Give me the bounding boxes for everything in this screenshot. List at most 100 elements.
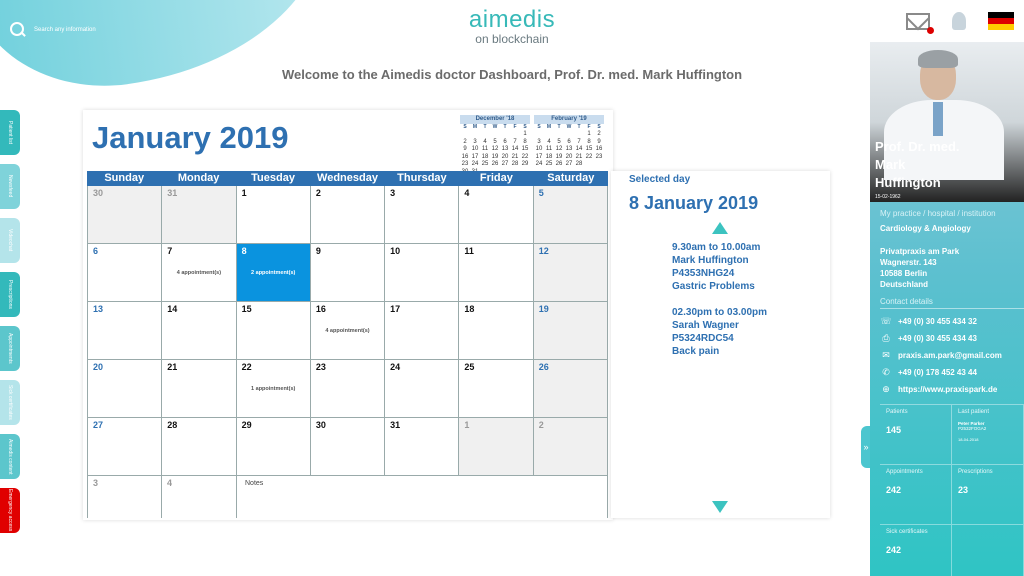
mini-day[interactable]: 25 bbox=[544, 161, 554, 169]
mini-day[interactable]: 23 bbox=[460, 161, 470, 169]
mini-day[interactable]: 8 bbox=[520, 139, 530, 147]
mini-day[interactable]: 1 bbox=[520, 131, 530, 139]
calendar-day[interactable]: 2 bbox=[533, 418, 608, 476]
mini-day[interactable] bbox=[544, 131, 554, 139]
side-tab[interactable]: Newsfeed bbox=[0, 164, 20, 209]
mini-day[interactable]: 10 bbox=[534, 146, 544, 154]
calendar-day[interactable]: 31 bbox=[162, 186, 237, 244]
scroll-down-arrow-icon[interactable] bbox=[712, 501, 728, 513]
mini-day[interactable]: 27 bbox=[500, 161, 510, 169]
mini-day[interactable]: 12 bbox=[554, 146, 564, 154]
mini-day[interactable]: 28 bbox=[574, 161, 584, 169]
mini-day[interactable] bbox=[460, 131, 470, 139]
calendar-day[interactable]: 2 bbox=[310, 186, 386, 244]
mini-day[interactable] bbox=[554, 131, 564, 139]
mini-day[interactable]: 29 bbox=[520, 161, 530, 169]
side-tab[interactable]: Appointments bbox=[0, 326, 20, 371]
mini-day[interactable]: 15 bbox=[584, 146, 594, 154]
mini-day[interactable]: 28 bbox=[510, 161, 520, 169]
calendar-day[interactable]: 13 bbox=[88, 302, 163, 360]
contact-row[interactable]: ☏ +49 (0) 30 455 434 32 bbox=[880, 313, 1024, 330]
mini-day[interactable]: 23 bbox=[594, 154, 604, 162]
logo[interactable]: aimedis on blockchain bbox=[450, 6, 574, 46]
calendar-day[interactable]: 4 bbox=[162, 476, 237, 518]
calendar-day[interactable]: 30 bbox=[88, 186, 163, 244]
calendar-day[interactable]: 14 bbox=[162, 302, 237, 360]
calendar-day[interactable]: 6 bbox=[88, 244, 163, 302]
search-icon[interactable] bbox=[10, 22, 26, 38]
calendar-day[interactable]: 26 bbox=[533, 360, 608, 418]
mini-calendar-december[interactable]: December '18 S M T W T F S 1 2 3 4 5 6 7 8 9 10 11 12 13 14 15… bbox=[460, 115, 530, 176]
calendar-day[interactable]: 30 bbox=[310, 418, 386, 476]
doctor-icon[interactable] bbox=[952, 12, 966, 30]
side-tab[interactable]: Videochat bbox=[0, 218, 20, 263]
mini-day[interactable]: 4 bbox=[480, 139, 490, 147]
mini-day[interactable] bbox=[534, 131, 544, 139]
mini-day[interactable] bbox=[480, 131, 490, 139]
appointments-stat[interactable]: Appointments 242 bbox=[880, 465, 952, 525]
mini-day[interactable]: 1 bbox=[584, 131, 594, 139]
calendar-day[interactable]: 24 bbox=[385, 360, 460, 418]
last-patient-stat[interactable]: Last patient Peter Parker P2532FOGA2 18-… bbox=[952, 405, 1024, 465]
mini-day[interactable]: 21 bbox=[574, 154, 584, 162]
germany-flag-icon[interactable] bbox=[988, 12, 1014, 30]
mini-day[interactable]: 21 bbox=[510, 154, 520, 162]
scroll-up-arrow-icon[interactable] bbox=[712, 222, 728, 234]
mini-day[interactable]: 13 bbox=[564, 146, 574, 154]
mini-day[interactable] bbox=[500, 131, 510, 139]
mini-day[interactable]: 18 bbox=[480, 154, 490, 162]
mini-day[interactable]: 24 bbox=[470, 161, 480, 169]
mini-day[interactable]: 12 bbox=[490, 146, 500, 154]
calendar-day[interactable]: 12 bbox=[533, 244, 608, 302]
mini-day[interactable]: 2 bbox=[460, 139, 470, 147]
calendar-day[interactable]: 31 bbox=[385, 418, 460, 476]
mini-day[interactable] bbox=[470, 131, 480, 139]
calendar-day[interactable]: 29 bbox=[236, 418, 311, 476]
mini-day[interactable] bbox=[594, 161, 604, 169]
mini-day[interactable]: 16 bbox=[594, 146, 604, 154]
mini-day[interactable]: 14 bbox=[574, 146, 584, 154]
appointment-count[interactable]: 2 appointment(s) bbox=[237, 270, 310, 276]
appointment-entry[interactable]: 9.30am to 10.00am Mark Huffington P4353NHG… bbox=[672, 241, 767, 293]
mini-day[interactable]: 15 bbox=[520, 146, 530, 154]
notes-area[interactable]: Notes bbox=[237, 476, 608, 518]
calendar-day[interactable]: 3 bbox=[88, 476, 162, 518]
calendar-day[interactable]: 17 bbox=[385, 302, 460, 360]
calendar-day[interactable]: 19 bbox=[533, 302, 608, 360]
appointment-entry[interactable]: 02.30pm to 03.00pm Sarah Wagner P5324RDC54… bbox=[672, 306, 767, 358]
mini-day[interactable]: 27 bbox=[564, 161, 574, 169]
calendar-day[interactable]: 28 bbox=[162, 418, 237, 476]
mini-day[interactable]: 19 bbox=[554, 154, 564, 162]
mini-day[interactable]: 18 bbox=[544, 154, 554, 162]
calendar-day[interactable]: 27 bbox=[88, 418, 163, 476]
mini-day[interactable]: 6 bbox=[500, 139, 510, 147]
mini-day[interactable]: 13 bbox=[500, 146, 510, 154]
mini-day[interactable]: 26 bbox=[490, 161, 500, 169]
prescriptions-stat[interactable]: Prescriptions 23 bbox=[952, 465, 1024, 525]
patients-stat[interactable]: Patients 145 bbox=[880, 405, 952, 465]
mini-day[interactable]: 7 bbox=[510, 139, 520, 147]
side-tab[interactable]: Aimedis content bbox=[0, 434, 20, 479]
appointment-count[interactable]: 4 appointment(s) bbox=[311, 328, 384, 334]
mini-day[interactable]: 11 bbox=[480, 146, 490, 154]
mini-day[interactable]: 24 bbox=[534, 161, 544, 169]
mini-day[interactable]: 22 bbox=[520, 154, 530, 162]
calendar-day[interactable]: 1 bbox=[236, 186, 311, 244]
mini-day[interactable]: 16 bbox=[460, 154, 470, 162]
calendar-day[interactable]: 23 bbox=[310, 360, 386, 418]
side-tab[interactable]: Patient list bbox=[0, 110, 20, 155]
mini-day[interactable]: 3 bbox=[470, 139, 480, 147]
mini-day[interactable]: 17 bbox=[470, 154, 480, 162]
mini-day[interactable]: 5 bbox=[554, 139, 564, 147]
mini-day[interactable]: 2 bbox=[594, 131, 604, 139]
mini-day[interactable]: 25 bbox=[480, 161, 490, 169]
mail-icon[interactable] bbox=[906, 12, 934, 34]
mini-day[interactable]: 10 bbox=[470, 146, 480, 154]
mini-day[interactable]: 11 bbox=[544, 146, 554, 154]
calendar-day[interactable]: 3 bbox=[385, 186, 460, 244]
mini-day[interactable]: 20 bbox=[500, 154, 510, 162]
calendar-day[interactable]: 18 bbox=[459, 302, 534, 360]
calendar-day[interactable]: 11 bbox=[459, 244, 534, 302]
search-bar[interactable]: Search any information bbox=[10, 22, 96, 38]
calendar-day[interactable]: 7 4 appointment(s) bbox=[162, 244, 237, 302]
